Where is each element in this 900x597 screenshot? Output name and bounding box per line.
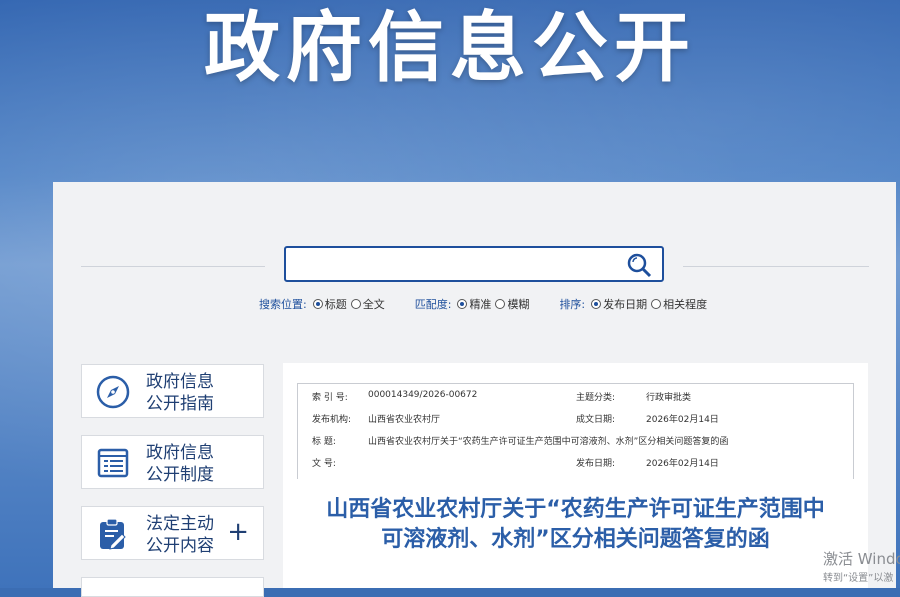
radio-publish-date[interactable]: 发布日期 <box>591 296 647 312</box>
meta-value: 000014349/2026-00672 <box>368 390 478 400</box>
sidebar-label-line2: 公开制度 <box>146 465 214 485</box>
search-position-group: 搜索位置: 标题 全文 <box>259 296 389 312</box>
radio-fuzzy[interactable]: 模糊 <box>495 296 529 312</box>
meta-value: 行政审批类 <box>646 393 692 403</box>
sort-label: 排序: <box>559 298 586 311</box>
radio-exact[interactable]: 精准 <box>457 296 491 312</box>
search-divider-right <box>683 266 869 267</box>
document-title-line2: 可溶液剂、水剂”区分相关问题答复的函 <box>381 527 770 552</box>
search-options: 搜索位置: 标题 全文 匹配度: 精准 模糊 排序: 发布日期 相关程度 <box>259 296 737 312</box>
meta-key: 成文日期: <box>576 415 616 425</box>
document-title: 山西省农业农村厅关于“农药生产许可证生产范围中 可溶液剂、水剂”区分相关问题答复… <box>283 495 868 555</box>
radio-fulltext[interactable]: 全文 <box>350 296 385 312</box>
document-panel: 索 引 号: 000014349/2026-00672 主题分类: 行政审批类 … <box>283 363 868 588</box>
meta-row: 索 引 号: 000014349/2026-00672 主题分类: 行政审批类 <box>298 384 855 406</box>
match-label: 匹配度: <box>414 298 452 311</box>
sort-group: 排序: 发布日期 相关程度 <box>559 296 711 312</box>
meta-key: 发布日期: <box>576 459 616 469</box>
meta-value: 2026年02月14日 <box>646 415 719 425</box>
sidebar-item-label: 政府信息 公开指南 <box>146 371 246 415</box>
meta-key: 文 号: <box>312 459 336 469</box>
radio-title-label: 标题 <box>324 298 347 311</box>
meta-key: 索 引 号: <box>312 393 348 403</box>
meta-row: 标 题: 山西省农业农村厅关于“农药生产许可证生产范围中可溶液剂、水剂”区分相关… <box>298 428 855 450</box>
sidebar-label-line1: 政府信息 <box>146 372 214 392</box>
radio-fulltext-label: 全文 <box>362 298 385 311</box>
radio-title[interactable]: 标题 <box>312 296 347 312</box>
sidebar-item-partial[interactable] <box>81 577 264 597</box>
search-box <box>284 246 664 282</box>
meta-value: 山西省农业农村厅 <box>368 415 441 425</box>
meta-value: 2026年02月14日 <box>646 459 719 469</box>
search-divider-left <box>81 266 265 267</box>
radio-relevance[interactable]: 相关程度 <box>651 296 707 312</box>
sidebar-item-statutory[interactable]: 法定主动 公开内容 + <box>81 506 264 560</box>
list-icon <box>97 448 129 478</box>
meta-key: 主题分类: <box>576 393 616 403</box>
meta-key: 标 题: <box>312 437 336 447</box>
compass-icon <box>96 375 130 409</box>
content-panel: 搜索位置: 标题 全文 匹配度: 精准 模糊 排序: 发布日期 相关程度 政府信… <box>53 182 896 597</box>
expand-plus-icon[interactable]: + <box>227 519 249 545</box>
sidebar-item-system[interactable]: 政府信息 公开制度 <box>81 435 264 489</box>
search-position-label: 搜索位置: <box>259 298 307 311</box>
document-edit-icon <box>100 518 126 550</box>
windows-activation-watermark: 激活 Windo <box>823 550 900 568</box>
sidebar-item-guide[interactable]: 政府信息 公开指南 <box>81 364 264 418</box>
sidebar-label-line1: 政府信息 <box>146 443 214 463</box>
search-input[interactable] <box>292 252 616 278</box>
meta-row: 发布机构: 山西省农业农村厅 成文日期: 2026年02月14日 <box>298 406 855 428</box>
windows-activation-watermark-sub: 转到“设置”以激 <box>823 573 894 584</box>
document-title-line1: 山西省农业农村厅关于“农药生产许可证生产范围中 <box>326 497 825 522</box>
document-meta-table: 索 引 号: 000014349/2026-00672 主题分类: 行政审批类 … <box>297 383 854 479</box>
radio-publish-date-label: 发布日期 <box>603 298 648 311</box>
match-group: 匹配度: 精准 模糊 <box>415 296 534 312</box>
radio-fuzzy-label: 模糊 <box>507 298 530 311</box>
sidebar-item-label: 政府信息 公开制度 <box>146 442 246 486</box>
radio-relevance-label: 相关程度 <box>663 298 708 311</box>
meta-row: 文 号: 发布日期: 2026年02月14日 <box>298 450 855 472</box>
meta-key: 发布机构: <box>312 415 352 425</box>
meta-value: 山西省农业农村厅关于“农药生产许可证生产范围中可溶液剂、水剂”区分相关问题答复的… <box>368 437 729 447</box>
search-icon <box>627 253 652 278</box>
search-button[interactable] <box>626 252 654 278</box>
sidebar-label-line2: 公开指南 <box>146 394 214 414</box>
banner-title: 政府信息公开 <box>204 3 696 92</box>
radio-exact-label: 精准 <box>469 298 492 311</box>
